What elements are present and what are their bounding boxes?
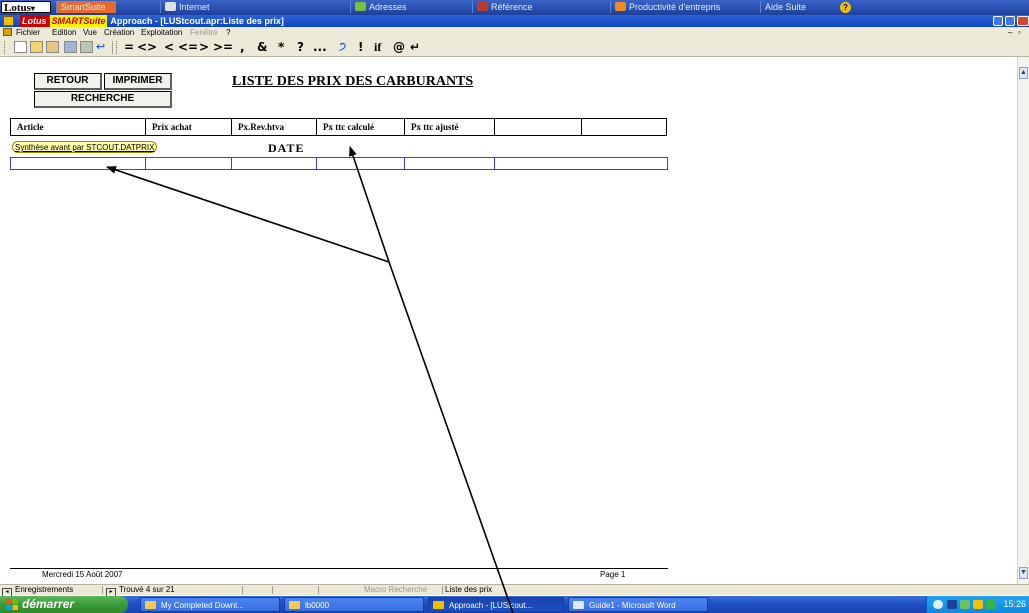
annotation-arrow-to-data-row xyxy=(106,166,390,263)
annotation-arrows xyxy=(106,146,514,613)
annotation-arrow-to-date xyxy=(349,146,390,263)
annotation-arrow-line xyxy=(388,261,514,613)
